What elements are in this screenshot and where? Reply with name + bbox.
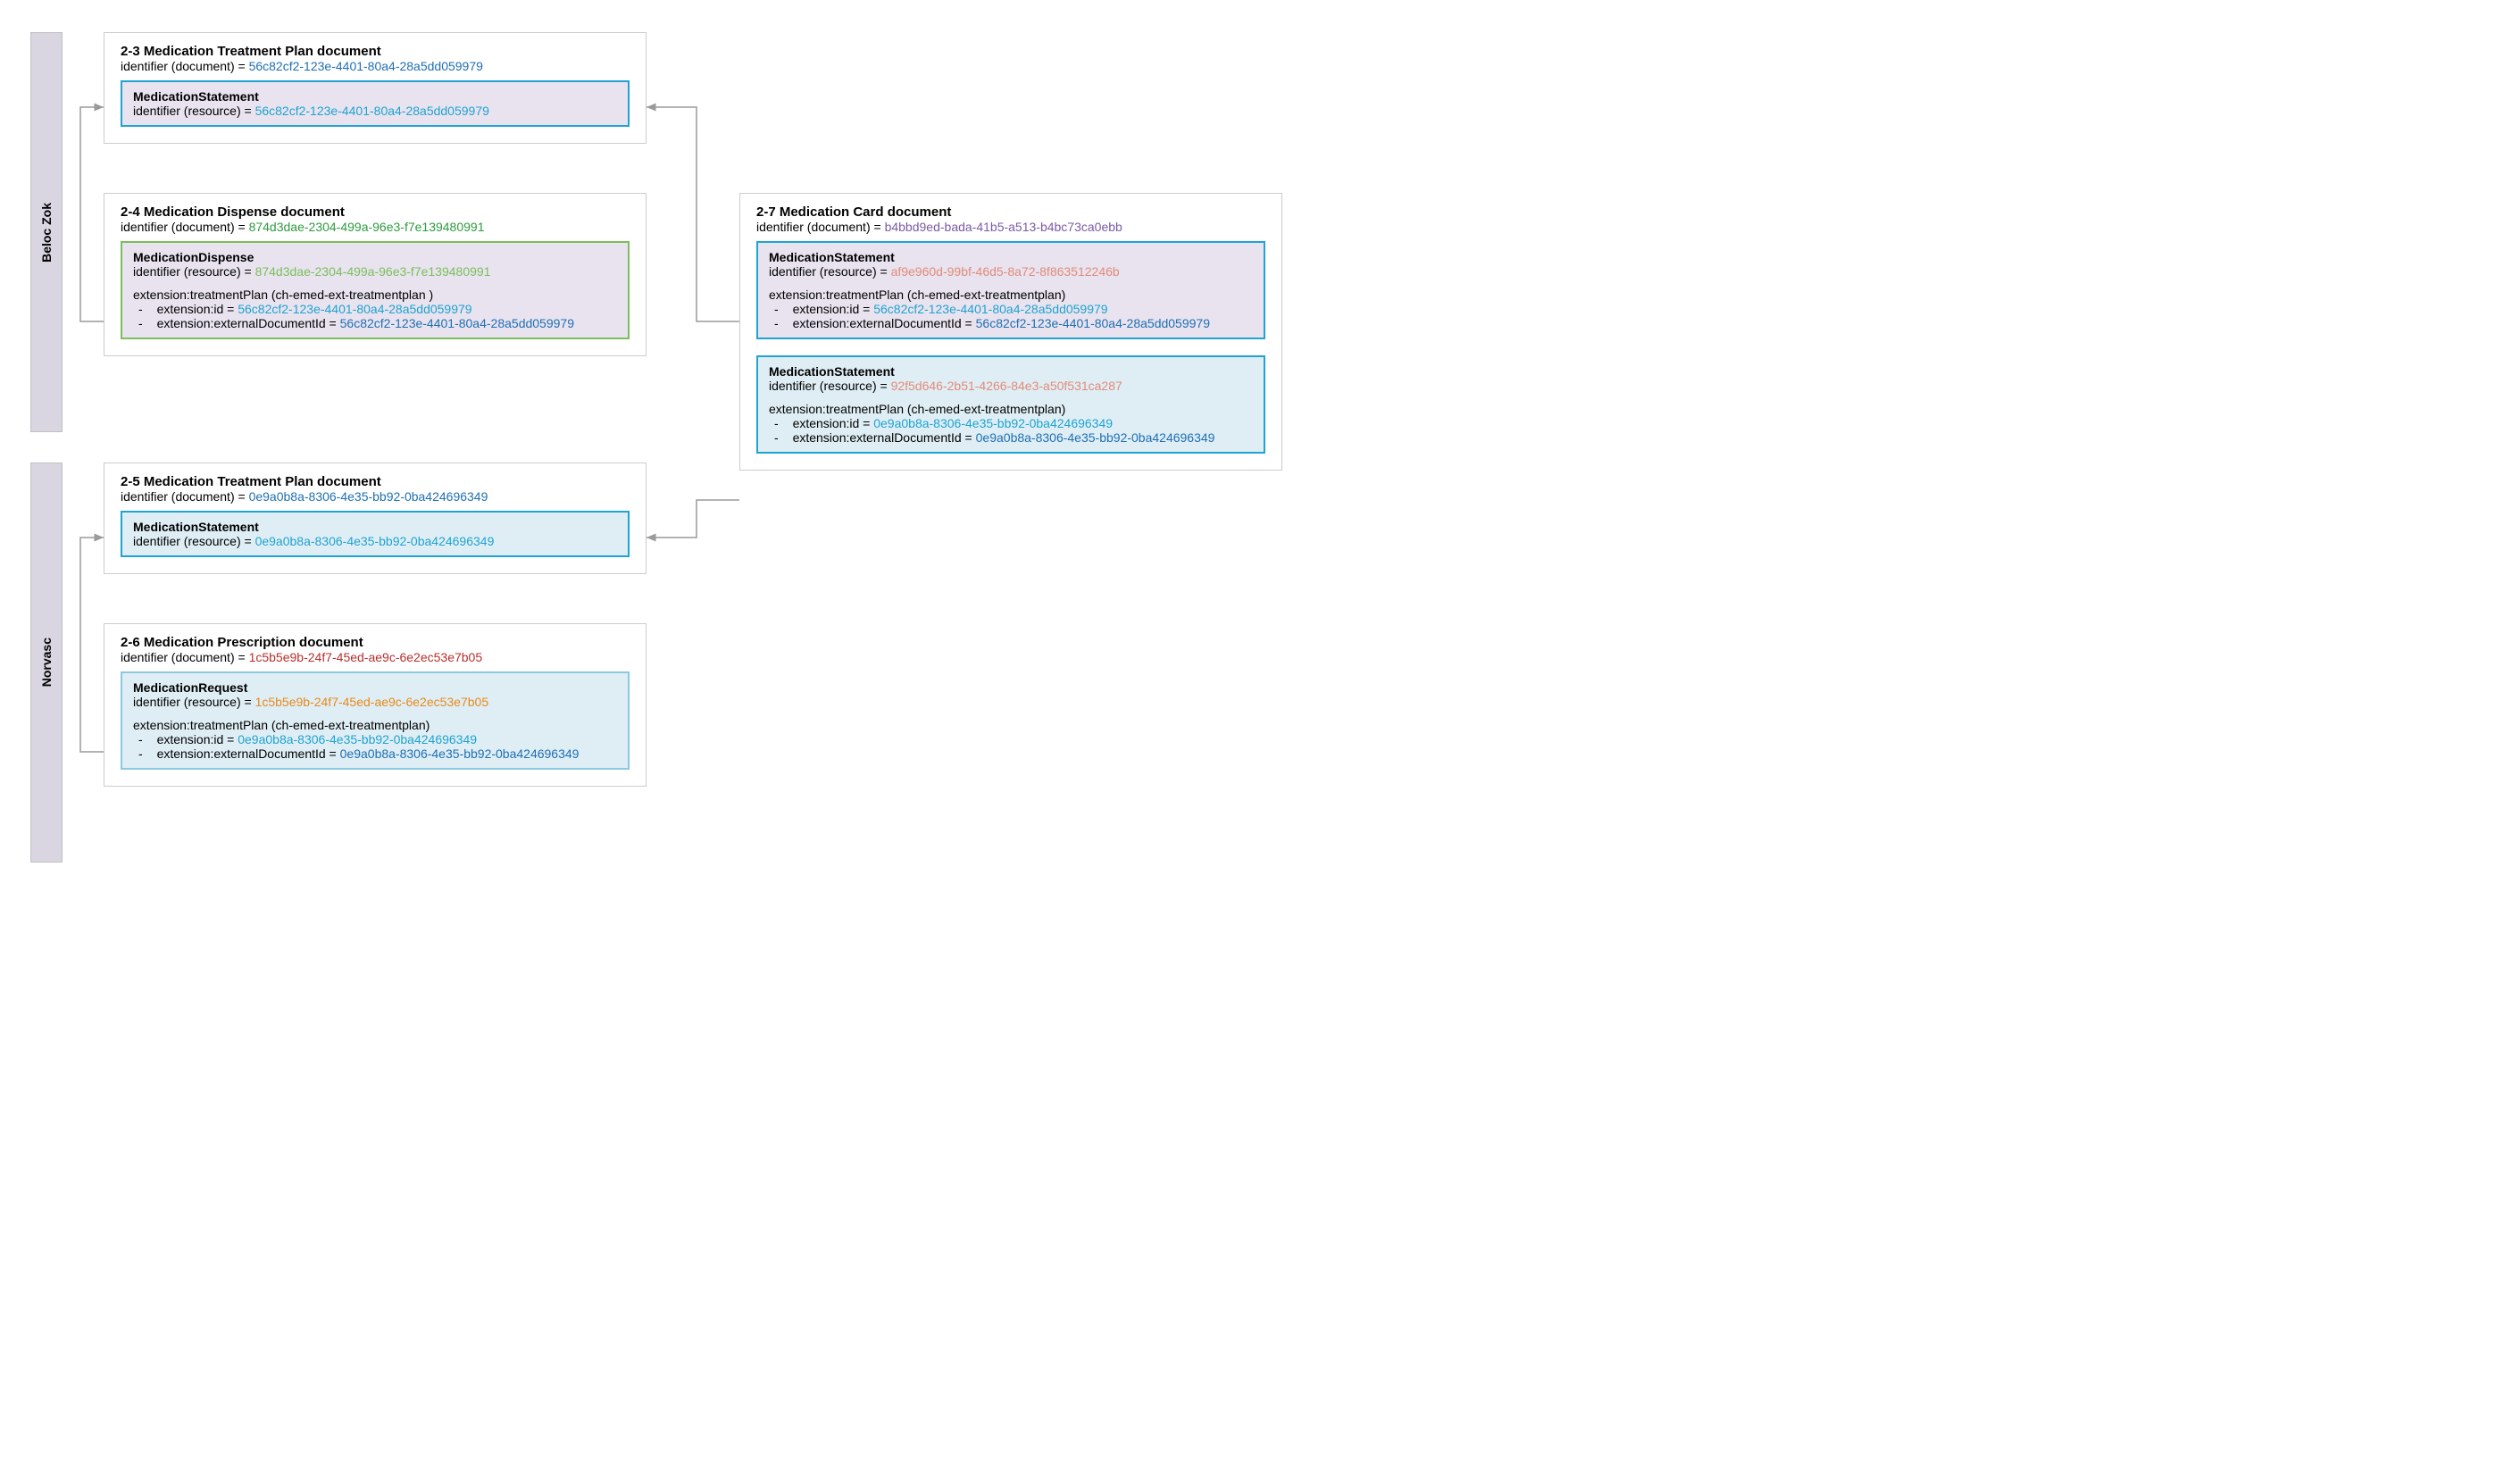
inner-medication-statement-2: MedicationStatement identifier (resource… (756, 355, 1265, 454)
doc-identifier: identifier (document) = b4bbd9ed-bada-41… (756, 220, 1265, 234)
extension-id: extension:id = 56c82cf2-123e-4401-80a4-2… (769, 302, 1253, 316)
extension-external-doc-id: extension:externalDocumentId = 0e9a0b8a-… (769, 430, 1253, 445)
inner-medication-statement-1: MedicationStatement identifier (resource… (756, 241, 1265, 339)
extension-line: extension:treatmentPlan (ch-emed-ext-tre… (133, 718, 617, 732)
inner-identifier: identifier (resource) = 1c5b5e9b-24f7-45… (133, 695, 617, 709)
inner-identifier: identifier (resource) = 56c82cf2-123e-44… (133, 104, 617, 118)
med-label-text: Beloc Zok (39, 203, 54, 263)
doc-title: 2-3 Medication Treatment Plan document (121, 44, 630, 59)
extension-line: extension:treatmentPlan (ch-emed-ext-tre… (133, 288, 617, 302)
doc-2-3: 2-3 Medication Treatment Plan document i… (104, 32, 647, 144)
inner-identifier: identifier (resource) = 874d3dae-2304-49… (133, 264, 617, 279)
extension-id: extension:id = 56c82cf2-123e-4401-80a4-2… (133, 302, 617, 316)
extension-external-doc-id: extension:externalDocumentId = 56c82cf2-… (769, 316, 1253, 330)
inner-identifier: identifier (resource) = 92f5d646-2b51-42… (769, 379, 1253, 393)
inner-medication-dispense: MedicationDispense identifier (resource)… (121, 241, 630, 339)
doc-2-4: 2-4 Medication Dispense document identif… (104, 193, 647, 356)
doc-identifier: identifier (document) = 1c5b5e9b-24f7-45… (121, 650, 630, 664)
med-label-text: Norvasc (39, 638, 54, 687)
doc-title: 2-5 Medication Treatment Plan document (121, 474, 630, 489)
doc-2-6: 2-6 Medication Prescription document ide… (104, 623, 647, 787)
inner-identifier: identifier (resource) = af9e960d-99bf-46… (769, 264, 1253, 279)
med-label-norvasc: Norvasc (30, 463, 63, 863)
inner-title: MedicationStatement (769, 250, 1253, 264)
doc-title: 2-6 Medication Prescription document (121, 635, 630, 650)
doc-identifier: identifier (document) = 0e9a0b8a-8306-4e… (121, 489, 630, 504)
extension-id: extension:id = 0e9a0b8a-8306-4e35-bb92-0… (133, 732, 617, 746)
extension-external-doc-id: extension:externalDocumentId = 56c82cf2-… (133, 316, 617, 330)
extension-line: extension:treatmentPlan (ch-emed-ext-tre… (769, 288, 1253, 302)
diagram-container: Beloc Zok Norvasc 2-3 Medication Treatme… (18, 18, 1304, 875)
doc-identifier: identifier (document) = 874d3dae-2304-49… (121, 220, 630, 234)
med-label-beloc: Beloc Zok (30, 32, 63, 432)
extension-id: extension:id = 0e9a0b8a-8306-4e35-bb92-0… (769, 416, 1253, 430)
inner-medication-statement: MedicationStatement identifier (resource… (121, 511, 630, 557)
doc-2-5: 2-5 Medication Treatment Plan document i… (104, 463, 647, 574)
doc-identifier: identifier (document) = 56c82cf2-123e-44… (121, 59, 630, 73)
doc-2-7: 2-7 Medication Card document identifier … (739, 193, 1282, 471)
extension-line: extension:treatmentPlan (ch-emed-ext-tre… (769, 402, 1253, 416)
inner-title: MedicationStatement (133, 520, 617, 534)
doc-title: 2-7 Medication Card document (756, 204, 1265, 220)
inner-title: MedicationRequest (133, 680, 617, 695)
extension-external-doc-id: extension:externalDocumentId = 0e9a0b8a-… (133, 746, 617, 761)
inner-title: MedicationStatement (133, 89, 617, 104)
inner-identifier: identifier (resource) = 0e9a0b8a-8306-4e… (133, 534, 617, 548)
inner-title: MedicationDispense (133, 250, 617, 264)
inner-medication-request: MedicationRequest identifier (resource) … (121, 671, 630, 770)
doc-title: 2-4 Medication Dispense document (121, 204, 630, 220)
inner-title: MedicationStatement (769, 364, 1253, 379)
inner-medication-statement: MedicationStatement identifier (resource… (121, 80, 630, 127)
